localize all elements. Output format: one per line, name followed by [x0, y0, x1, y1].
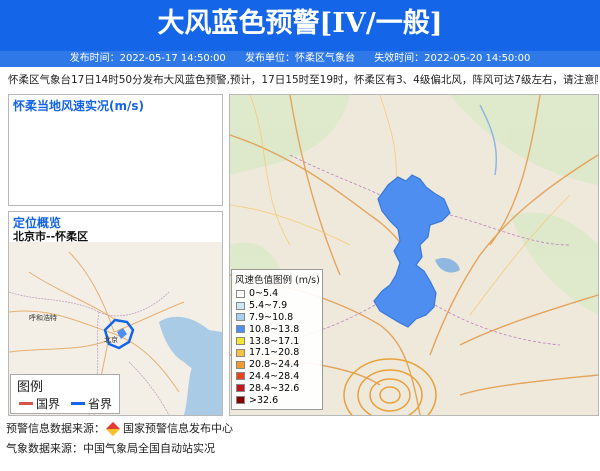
province-border-label: 省界 — [88, 397, 113, 411]
map-label-beijing: 北京 — [104, 335, 118, 344]
wind-legend-item: 24.4~28.4 — [232, 371, 322, 383]
wind-legend-title: 风速色值图例 (m/s) — [235, 275, 320, 286]
wind-legend-item: 5.4~7.9 — [232, 300, 322, 312]
expire-time: 失效时间：2022-05-20 14:50:00 — [374, 53, 531, 64]
wind-panel-title: 怀柔当地风速实况(m/s) — [13, 99, 144, 113]
map-label-hohhot: 呼和浩特 — [29, 313, 57, 322]
warning-source-line: 预警信息数据来源： 国家预警信息发布中心 — [6, 420, 233, 437]
wind-legend-item: >32.6 — [232, 394, 322, 406]
wind-legend-item: 10.8~13.8 — [232, 323, 322, 335]
overview-legend-title: 图例 — [17, 380, 44, 395]
issuer: 发布单位：怀柔区气象台 — [245, 53, 355, 64]
wind-legend-item: 13.8~17.1 — [232, 335, 322, 347]
warning-center-logo-icon — [105, 421, 121, 437]
warning-info-bar: 发布时间：2022-05-17 14:50:00 发布单位：怀柔区气象台 失效时… — [0, 51, 600, 67]
warning-description: 怀柔区气象台17日14时50分发布大风蓝色预警,预计，17日15时至19时，怀柔… — [8, 74, 598, 86]
warning-source-name: 国家预警信息发布中心 — [123, 422, 233, 435]
wind-legend-item: 17.1~20.8 — [232, 347, 322, 359]
province-border-swatch — [71, 402, 85, 405]
legend-province-border: 省界 — [71, 395, 112, 412]
wind-legend-item: 28.4~32.6 — [232, 382, 322, 394]
wind-legend-item: 7.9~10.8 — [232, 312, 322, 324]
warning-header: 大风蓝色预警[IV/一般] — [0, 0, 600, 51]
overview-legend: 图例 国界 省界 — [10, 374, 120, 414]
wind-speed-legend: 风速色值图例 (m/s) 0~5.4 5.4~7.9 7.9~10.8 10.8… — [231, 269, 323, 410]
issue-time: 发布时间：2022-05-17 14:50:00 — [69, 53, 226, 64]
national-border-label: 国界 — [36, 397, 61, 411]
location-panel-subtitle: 北京市--怀柔区 — [13, 230, 89, 243]
legend-national-border: 国界 — [19, 395, 60, 412]
weather-source-line: 气象数据来源：中国气象局全国自动站实况 — [6, 442, 215, 455]
wind-legend-item: 20.8~24.4 — [232, 359, 322, 371]
wind-legend-item: 0~5.4 — [232, 288, 322, 300]
wind-speed-panel: 怀柔当地风速实况(m/s) — [8, 94, 223, 206]
warning-source-label: 预警信息数据来源： — [6, 422, 105, 435]
national-border-swatch — [19, 402, 33, 405]
warning-title: 大风蓝色预警[IV/一般] — [157, 8, 443, 39]
